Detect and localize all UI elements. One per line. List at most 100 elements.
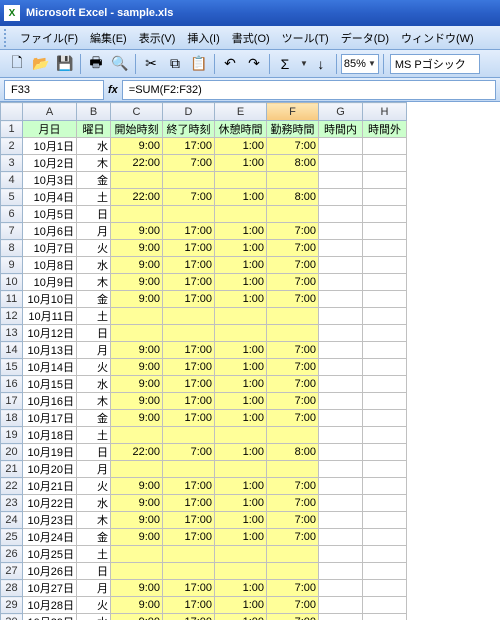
row-header[interactable]: 21 bbox=[1, 461, 23, 478]
cell[interactable]: 22:00 bbox=[111, 155, 163, 172]
cell[interactable]: 10月23日 bbox=[23, 512, 77, 529]
cell[interactable]: 1:00 bbox=[215, 512, 267, 529]
cell[interactable]: 9:00 bbox=[111, 291, 163, 308]
menu-data[interactable]: データ(D) bbox=[335, 27, 395, 49]
cell[interactable] bbox=[111, 563, 163, 580]
cell[interactable] bbox=[111, 308, 163, 325]
cell[interactable]: 10月29日 bbox=[23, 614, 77, 620]
select-all-corner[interactable] bbox=[1, 103, 23, 121]
column-header-E[interactable]: E bbox=[215, 103, 267, 121]
cell[interactable] bbox=[163, 427, 215, 444]
cell[interactable]: 17:00 bbox=[163, 376, 215, 393]
cell[interactable] bbox=[363, 563, 407, 580]
cell[interactable]: 7:00 bbox=[267, 138, 319, 155]
cell[interactable] bbox=[363, 206, 407, 223]
cell[interactable]: 木 bbox=[77, 155, 111, 172]
cell[interactable] bbox=[319, 138, 363, 155]
formula-input[interactable]: =SUM(F2:F32) bbox=[122, 80, 496, 100]
cell[interactable] bbox=[319, 478, 363, 495]
cell[interactable] bbox=[363, 274, 407, 291]
fx-icon[interactable]: fx bbox=[108, 84, 118, 96]
cell[interactable]: 10月17日 bbox=[23, 410, 77, 427]
cell[interactable]: 17:00 bbox=[163, 529, 215, 546]
row-header[interactable]: 15 bbox=[1, 359, 23, 376]
cell[interactable]: 8:00 bbox=[267, 155, 319, 172]
cell[interactable] bbox=[267, 461, 319, 478]
cell[interactable]: 10月1日 bbox=[23, 138, 77, 155]
cell[interactable] bbox=[267, 325, 319, 342]
cell[interactable]: 7:00 bbox=[267, 478, 319, 495]
cell[interactable]: 月日 bbox=[23, 121, 77, 138]
cell[interactable] bbox=[319, 563, 363, 580]
autosum-icon[interactable]: Σ bbox=[274, 53, 296, 75]
cell[interactable]: 10月11日 bbox=[23, 308, 77, 325]
cell[interactable] bbox=[319, 325, 363, 342]
cell[interactable] bbox=[111, 546, 163, 563]
cell[interactable] bbox=[215, 308, 267, 325]
cell[interactable]: 火 bbox=[77, 359, 111, 376]
cell[interactable]: 10月18日 bbox=[23, 427, 77, 444]
cell[interactable] bbox=[319, 444, 363, 461]
cell[interactable]: 木 bbox=[77, 274, 111, 291]
cell[interactable]: 7:00 bbox=[267, 274, 319, 291]
cell[interactable] bbox=[319, 240, 363, 257]
cell[interactable] bbox=[319, 461, 363, 478]
cell[interactable] bbox=[319, 274, 363, 291]
menu-view[interactable]: 表示(V) bbox=[133, 27, 182, 49]
cell[interactable]: 7:00 bbox=[267, 597, 319, 614]
copy-icon[interactable]: ⧉ bbox=[164, 53, 186, 75]
cell[interactable]: 7:00 bbox=[267, 223, 319, 240]
row-header[interactable]: 16 bbox=[1, 376, 23, 393]
cell[interactable]: 土 bbox=[77, 546, 111, 563]
cell[interactable] bbox=[363, 614, 407, 620]
row-header[interactable]: 18 bbox=[1, 410, 23, 427]
column-header-C[interactable]: C bbox=[111, 103, 163, 121]
cell[interactable]: 土 bbox=[77, 427, 111, 444]
cell[interactable] bbox=[319, 257, 363, 274]
cell[interactable]: 水 bbox=[77, 495, 111, 512]
cell[interactable]: 7:00 bbox=[267, 580, 319, 597]
cell[interactable] bbox=[363, 597, 407, 614]
row-header[interactable]: 7 bbox=[1, 223, 23, 240]
cell[interactable] bbox=[215, 325, 267, 342]
cell[interactable]: 時間外 bbox=[363, 121, 407, 138]
cell[interactable]: 17:00 bbox=[163, 393, 215, 410]
column-header-D[interactable]: D bbox=[163, 103, 215, 121]
row-header[interactable]: 2 bbox=[1, 138, 23, 155]
cell[interactable]: 7:00 bbox=[267, 512, 319, 529]
cell[interactable] bbox=[215, 172, 267, 189]
cell[interactable]: 10月6日 bbox=[23, 223, 77, 240]
undo-icon[interactable]: ↶ bbox=[219, 53, 241, 75]
print-icon[interactable]: 🖶 bbox=[85, 53, 107, 75]
cell[interactable]: 10月2日 bbox=[23, 155, 77, 172]
menu-window[interactable]: ウィンドウ(W) bbox=[395, 27, 480, 49]
cell[interactable] bbox=[363, 444, 407, 461]
cell[interactable]: 10月28日 bbox=[23, 597, 77, 614]
row-header[interactable]: 24 bbox=[1, 512, 23, 529]
cell[interactable] bbox=[363, 495, 407, 512]
cell[interactable]: 7:00 bbox=[267, 376, 319, 393]
cell[interactable] bbox=[363, 223, 407, 240]
row-header[interactable]: 11 bbox=[1, 291, 23, 308]
cell[interactable]: 17:00 bbox=[163, 478, 215, 495]
cell[interactable]: 月 bbox=[77, 461, 111, 478]
cell[interactable]: 1:00 bbox=[215, 138, 267, 155]
cell[interactable] bbox=[363, 427, 407, 444]
cell[interactable]: 10月25日 bbox=[23, 546, 77, 563]
cell[interactable] bbox=[215, 427, 267, 444]
cell[interactable] bbox=[363, 325, 407, 342]
row-header[interactable]: 1 bbox=[1, 121, 23, 138]
cell[interactable] bbox=[319, 393, 363, 410]
cell[interactable] bbox=[363, 155, 407, 172]
menu-tool[interactable]: ツール(T) bbox=[276, 27, 335, 49]
cell[interactable]: 月 bbox=[77, 342, 111, 359]
cell[interactable] bbox=[319, 614, 363, 620]
new-icon[interactable]: 🗋 bbox=[6, 53, 28, 75]
cell[interactable] bbox=[363, 342, 407, 359]
cell[interactable]: 時間内 bbox=[319, 121, 363, 138]
cell[interactable] bbox=[163, 563, 215, 580]
cell[interactable]: 木 bbox=[77, 512, 111, 529]
cell[interactable]: 1:00 bbox=[215, 478, 267, 495]
cell[interactable]: 17:00 bbox=[163, 342, 215, 359]
cell[interactable]: 9:00 bbox=[111, 342, 163, 359]
